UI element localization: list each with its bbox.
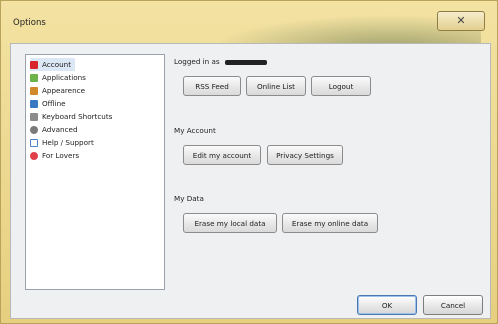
sidebar-item-label: Keyboard Shortcuts bbox=[42, 112, 113, 121]
close-icon: ✕ bbox=[456, 14, 466, 27]
sidebar-item-label: Advanced bbox=[42, 125, 78, 134]
erase-local-data-button[interactable]: Erase my local data bbox=[183, 213, 277, 233]
sidebar-item-label: Offline bbox=[42, 99, 66, 108]
ok-button[interactable]: OK bbox=[357, 295, 417, 315]
logged-in-prefix: Logged in as bbox=[174, 57, 220, 66]
sidebar-item-applications[interactable]: Applications bbox=[30, 71, 86, 84]
sidebar-item-keyboard-shortcuts[interactable]: Keyboard Shortcuts bbox=[30, 110, 112, 123]
erase-online-data-button[interactable]: Erase my online data bbox=[282, 213, 378, 233]
sidebar-item-label: Appearence bbox=[42, 86, 86, 95]
sidebar-item-advanced[interactable]: Advanced bbox=[30, 123, 78, 136]
account-settings-panel: Logged in as RSS Feed Online List Logout… bbox=[174, 44, 474, 294]
sidebar-item-help-support[interactable]: Help / Support bbox=[30, 136, 94, 149]
sidebar-item-offline[interactable]: Offline bbox=[30, 97, 66, 110]
sidebar-item-for-lovers[interactable]: For Lovers bbox=[30, 149, 79, 162]
options-window: Options ✕ Account Applications Appearenc… bbox=[0, 0, 498, 324]
my-data-heading: My Data bbox=[174, 194, 204, 203]
sidebar-item-appearence[interactable]: Appearence bbox=[30, 84, 85, 97]
keyboard-icon bbox=[30, 112, 38, 121]
options-category-list: Account Applications Appearence Offline … bbox=[25, 54, 165, 290]
sidebar-item-label: For Lovers bbox=[42, 151, 80, 160]
account-icon bbox=[30, 60, 38, 69]
sidebar-item-label: Applications bbox=[42, 73, 86, 82]
my-account-heading: My Account bbox=[174, 126, 216, 135]
dialog-client-area: Account Applications Appearence Offline … bbox=[10, 43, 491, 319]
sidebar-item-label: Account bbox=[42, 60, 72, 69]
window-title: Options bbox=[13, 18, 46, 28]
logged-in-label: Logged in as bbox=[174, 57, 267, 66]
sidebar-item-account[interactable]: Account bbox=[30, 58, 76, 71]
advanced-icon bbox=[30, 125, 38, 134]
appearance-icon bbox=[30, 86, 38, 95]
close-button[interactable]: ✕ bbox=[437, 11, 485, 31]
rss-feed-button[interactable]: RSS Feed bbox=[183, 76, 241, 96]
masked-username bbox=[224, 59, 267, 65]
online-list-button[interactable]: Online List bbox=[246, 76, 306, 96]
cancel-button[interactable]: Cancel bbox=[423, 295, 483, 315]
sidebar-item-label: Help / Support bbox=[42, 138, 94, 147]
offline-icon bbox=[30, 99, 38, 108]
help-icon bbox=[30, 138, 38, 147]
applications-icon bbox=[30, 73, 38, 82]
heart-icon bbox=[30, 151, 38, 160]
privacy-settings-button[interactable]: Privacy Settings bbox=[267, 145, 343, 165]
logout-button[interactable]: Logout bbox=[311, 76, 371, 96]
edit-my-account-button[interactable]: Edit my account bbox=[183, 145, 261, 165]
